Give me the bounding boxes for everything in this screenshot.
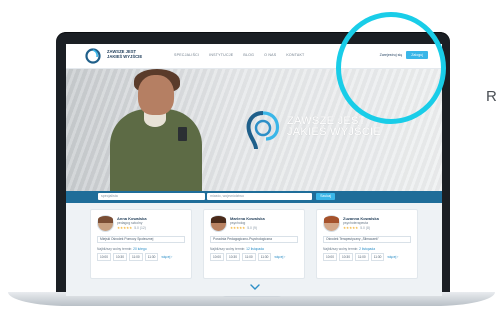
institution-tag: Ośrodek Terapeutyczny „Ślimaczek” <box>323 236 411 243</box>
nav-item-kontakt[interactable]: KONTAKT <box>286 53 304 57</box>
next-appointment-label: Najbliższy wolny termin: <box>97 247 133 251</box>
hero-tagline-line-2: JAKIEŚ WYJŚCIE <box>287 126 382 138</box>
next-appointment-label: Najbliższy wolny termin: <box>210 247 246 251</box>
specialist-card[interactable]: Zuzanna Kowalska psychoterapeuta ★★★★★ 5.… <box>316 209 418 279</box>
rating-score: 5.0 (8) <box>360 226 371 230</box>
brand-line-2: JAKIEŚ WYJŚCIE <box>107 54 143 59</box>
next-appointment: Najbliższy wolny termin: 2 listopada <box>323 247 375 251</box>
rating-score: 5.0 (9) <box>247 226 258 230</box>
location-search-input[interactable]: miasto, województwo <box>207 193 312 200</box>
rating-score: 5.0 (12) <box>134 226 146 230</box>
search-bar: specjalista miasto, województwo Szukaj <box>66 191 442 203</box>
time-slot[interactable]: 10:30 <box>338 253 353 261</box>
rating: ★★★★★ 5.0 (9) <box>230 226 257 230</box>
rating-stars: ★★★★★ <box>117 226 133 230</box>
more-slots-link[interactable]: więcej › <box>387 253 398 261</box>
specialist-card[interactable]: Anna Kowalska pedagog szkolny ★★★★★ 5.0 (… <box>90 209 192 279</box>
brand-wordmark[interactable]: ZAWSZE JEST JAKIEŚ WYJŚCIE <box>107 49 142 59</box>
specialist-role: pedagog szkolny <box>117 221 143 225</box>
avatar <box>323 215 340 232</box>
avatar-hair <box>98 216 113 223</box>
time-slots: 10:00 10:30 11:00 11:30 więcej › <box>323 253 398 261</box>
nav-item-blog[interactable]: BLOG <box>243 53 254 57</box>
specialists-section: Anna Kowalska pedagog szkolny ★★★★★ 5.0 (… <box>66 203 442 296</box>
time-slot[interactable]: 11:00 <box>354 253 369 261</box>
avatar-hair <box>324 216 339 223</box>
time-slots: 10:00 10:30 11:00 11:30 więcej › <box>97 253 172 261</box>
rating-stars: ★★★★★ <box>230 226 246 230</box>
main-nav: SPECJALIŚCI INSTYTUCJE BLOG O NAS KONTAK… <box>174 53 304 57</box>
next-appointment-date[interactable]: 12 listopada <box>246 247 264 251</box>
chevron-down-icon[interactable] <box>250 284 260 290</box>
time-slot[interactable]: 11:00 <box>241 253 256 261</box>
more-slots-link[interactable]: więcej › <box>161 253 172 261</box>
avatar <box>97 215 114 232</box>
specialist-search-input[interactable]: specjalista <box>98 193 205 200</box>
time-slot[interactable]: 11:00 <box>128 253 143 261</box>
time-slot[interactable]: 11:30 <box>257 253 272 261</box>
specialist-card[interactable]: Marlena Kowalska psycholog ★★★★★ 5.0 (9) … <box>203 209 305 279</box>
next-appointment-label: Najbliższy wolny termin: <box>323 247 359 251</box>
time-slot[interactable]: 10:00 <box>323 253 337 261</box>
next-appointment: Najbliższy wolny termin: 20 lutego <box>97 247 147 251</box>
time-slots: 10:00 10:30 11:00 11:30 więcej › <box>210 253 285 261</box>
brand-logo-icon[interactable] <box>84 48 104 64</box>
time-slot[interactable]: 10:00 <box>210 253 224 261</box>
avatar-hair <box>211 216 226 223</box>
search-button[interactable]: Szukaj <box>316 193 335 200</box>
rating: ★★★★★ 5.0 (8) <box>343 226 370 230</box>
time-slot[interactable]: 11:30 <box>144 253 159 261</box>
time-slot[interactable]: 10:30 <box>225 253 240 261</box>
time-slot[interactable]: 10:00 <box>97 253 111 261</box>
highlight-ring <box>336 12 446 124</box>
institution-tag: Miejski Ośrodek Pomocy Społecznej <box>97 236 185 243</box>
rating-stars: ★★★★★ <box>343 226 359 230</box>
next-appointment-date[interactable]: 20 lutego <box>133 247 147 251</box>
next-appointment-date[interactable]: 2 listopada <box>359 247 375 251</box>
cropped-side-label: R <box>486 88 497 105</box>
specialist-role: psycholog <box>230 221 246 225</box>
specialist-role: psychoterapeuta <box>343 221 369 225</box>
nav-item-o-nas[interactable]: O NAS <box>264 53 276 57</box>
rating: ★★★★★ 5.0 (12) <box>117 226 146 230</box>
next-appointment: Najbliższy wolny termin: 12 listopada <box>210 247 264 251</box>
nav-item-instytucje[interactable]: INSTYTUCJE <box>209 53 233 57</box>
time-slot[interactable]: 11:30 <box>370 253 385 261</box>
hero-tagline: ZAWSZE JEST JAKIEŚ WYJŚCIE <box>287 116 381 138</box>
nav-item-specjalisci[interactable]: SPECJALIŚCI <box>174 53 199 57</box>
more-slots-link[interactable]: więcej › <box>274 253 285 261</box>
avatar <box>210 215 227 232</box>
institution-tag: Poradnia Pedagogiczno-Psychologiczna <box>210 236 298 243</box>
hero-head-logo-icon <box>246 111 280 150</box>
phone-icon <box>178 127 187 141</box>
hero-person-head <box>138 75 174 115</box>
time-slot[interactable]: 10:30 <box>112 253 127 261</box>
